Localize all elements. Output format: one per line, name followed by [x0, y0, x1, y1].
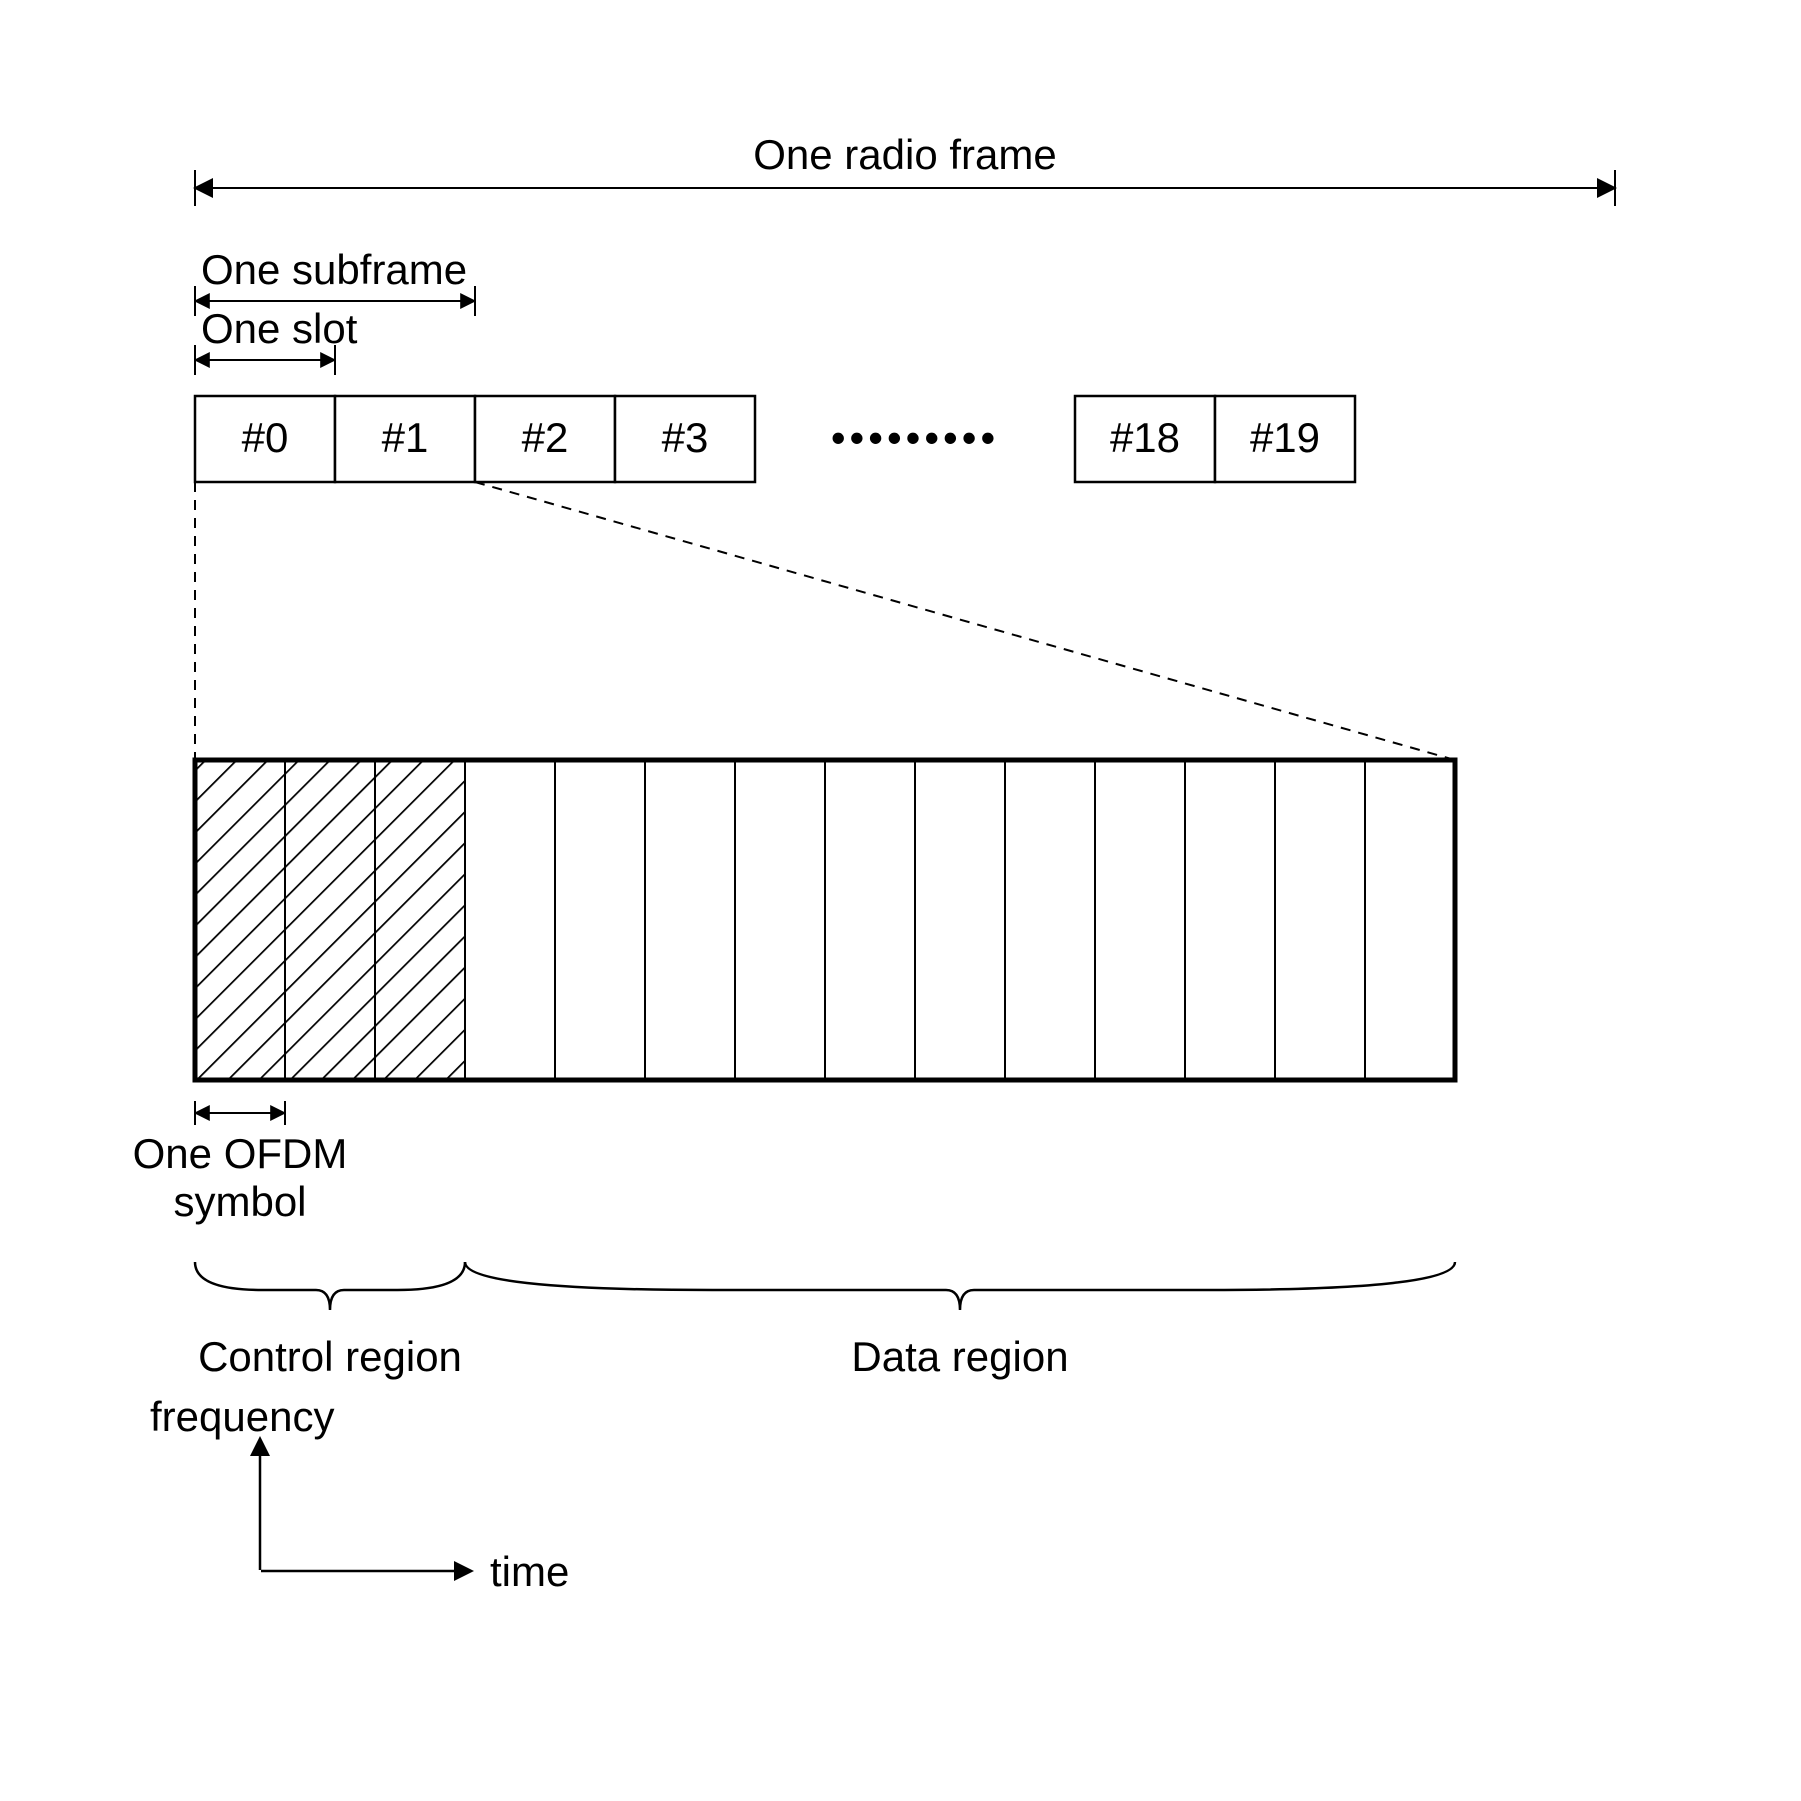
ofdm-label-1: One OFDM	[133, 1130, 348, 1177]
subframe-arrow-label: One subframe	[201, 246, 467, 293]
slot-label-4: #18	[1110, 414, 1180, 461]
slot-label-0: #0	[242, 414, 289, 461]
control-symbol-2	[375, 760, 465, 1080]
data-symbol-11	[1185, 760, 1275, 1080]
slot-label-1: #1	[382, 414, 429, 461]
data-symbol-3	[465, 760, 555, 1080]
slot-label-5: #19	[1250, 414, 1320, 461]
slot-ellipsis: •••••••••	[831, 414, 999, 461]
data-region-label: Data region	[851, 1333, 1068, 1380]
data-symbol-5	[645, 760, 735, 1080]
control-region-label: Control region	[198, 1333, 462, 1380]
data-symbol-13	[1365, 760, 1455, 1080]
control-symbol-0	[195, 760, 285, 1080]
frequency-axis-label: frequency	[150, 1393, 334, 1440]
slot-arrow-label: One slot	[201, 305, 358, 352]
data-symbol-4	[555, 760, 645, 1080]
data-symbol-10	[1095, 760, 1185, 1080]
ofdm-label-2: symbol	[173, 1178, 306, 1225]
data-symbol-7	[825, 760, 915, 1080]
control-region-brace	[195, 1262, 465, 1310]
data-symbol-12	[1275, 760, 1365, 1080]
radio-frame-label: One radio frame	[753, 131, 1056, 178]
data-region-brace	[465, 1262, 1455, 1310]
data-symbol-8	[915, 760, 1005, 1080]
data-symbol-9	[1005, 760, 1095, 1080]
slot-label-2: #2	[522, 414, 569, 461]
slot-label-3: #3	[662, 414, 709, 461]
control-symbol-1	[285, 760, 375, 1080]
data-symbol-6	[735, 760, 825, 1080]
expansion-line-right	[475, 482, 1455, 760]
time-axis-label: time	[490, 1548, 569, 1595]
